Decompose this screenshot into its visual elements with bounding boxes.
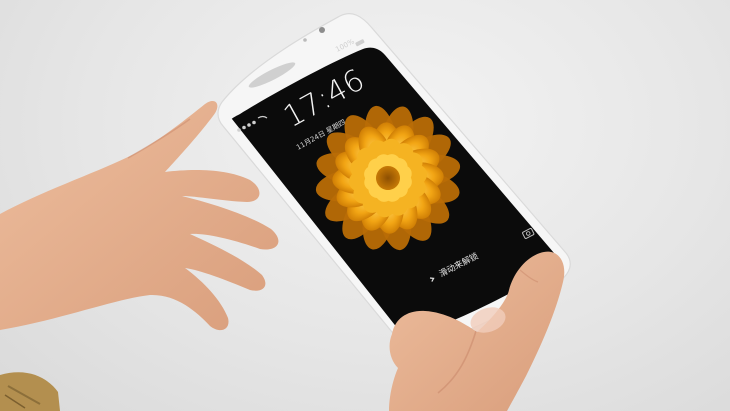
- sensor-icon: [303, 38, 307, 42]
- photo-scene: 100% 17:46 11月24日 星期四 滑动来解锁: [0, 13, 571, 411]
- front-camera-icon: [319, 27, 325, 33]
- cardboard-corner: [0, 372, 60, 411]
